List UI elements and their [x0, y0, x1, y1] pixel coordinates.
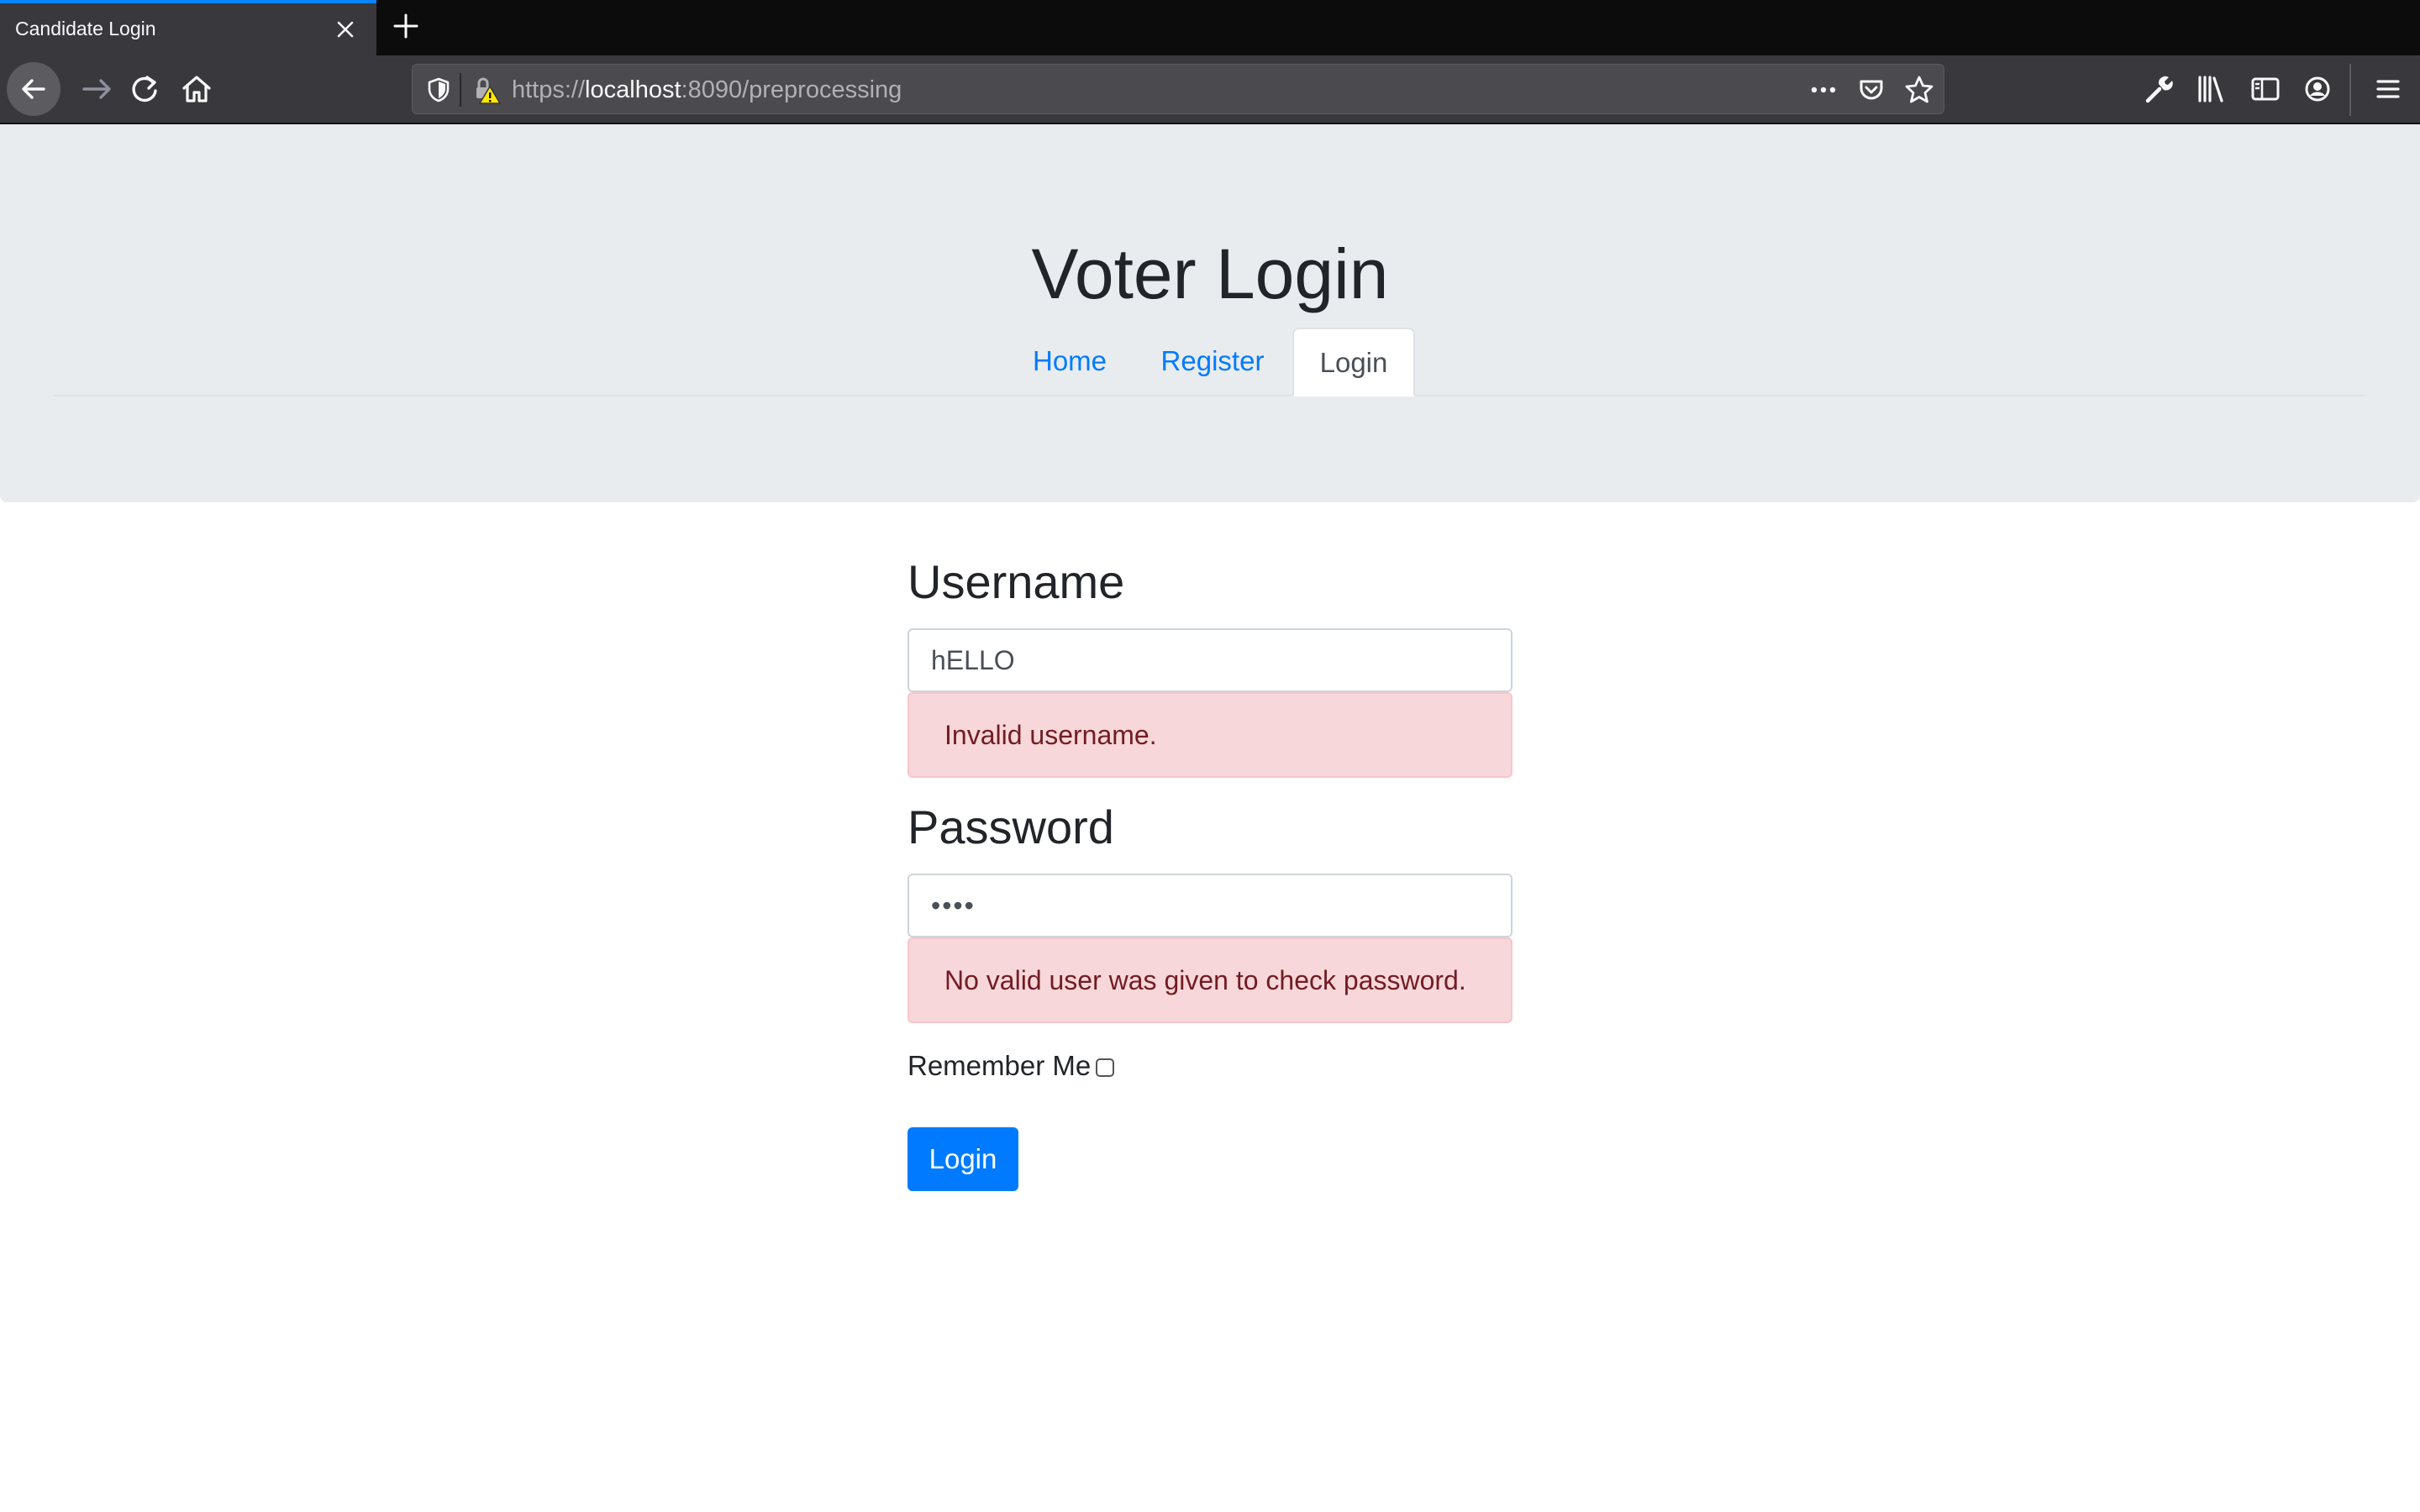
tab-title: Candidate Login: [15, 18, 156, 39]
sidebar-toggle-icon[interactable]: [2242, 66, 2289, 113]
reload-icon[interactable]: [121, 66, 168, 113]
address-bar[interactable]: https://localhost:8090/preprocessing: [412, 64, 1944, 114]
page-title: Voter Login: [1031, 234, 1389, 313]
remember-me-checkbox[interactable]: [1096, 1058, 1114, 1077]
hamburger-menu-icon[interactable]: [2365, 66, 2412, 113]
back-button[interactable]: [7, 62, 60, 116]
account-avatar-icon[interactable]: [2294, 66, 2341, 113]
password-input[interactable]: ••••: [908, 874, 1512, 937]
remember-me-label: Remember Me: [908, 1050, 1092, 1081]
home-icon[interactable]: [173, 66, 220, 113]
header-jumbotron: Voter Login Home Register Login: [0, 124, 2420, 502]
tracking-protection-shield-icon[interactable]: [426, 76, 451, 103]
login-submit-button[interactable]: Login: [908, 1127, 1018, 1191]
url-text: https://localhost:8090/preprocessing: [512, 76, 902, 104]
toolbar-divider: [2349, 64, 2351, 116]
nav-tab-login[interactable]: Login: [1292, 328, 1415, 396]
library-icon[interactable]: [2188, 66, 2235, 113]
new-tab-icon[interactable]: [392, 12, 420, 40]
url-separator: [460, 73, 461, 107]
forward-arrow-icon[interactable]: [74, 66, 121, 113]
username-input[interactable]: hELLO: [908, 628, 1512, 692]
insecure-lock-warning-icon[interactable]: [471, 75, 502, 105]
browser-toolbar: https://localhost:8090/preprocessing: [0, 55, 2420, 124]
bookmark-star-icon[interactable]: [1903, 74, 1935, 106]
back-arrow-icon: [22, 79, 45, 99]
url-host: localhost: [585, 76, 681, 103]
page-actions-more-icon[interactable]: [1809, 78, 1838, 102]
password-error-alert: No valid user was given to check passwor…: [908, 937, 1512, 1023]
close-tab-icon[interactable]: [333, 17, 358, 42]
developer-tools-wrench-icon[interactable]: [2134, 66, 2181, 113]
password-label: Password: [908, 801, 1114, 853]
browser-tab-strip: Candidate Login: [0, 0, 2420, 55]
pocket-icon[interactable]: [1856, 75, 1886, 105]
nav-tab-home[interactable]: Home: [1018, 328, 1121, 396]
url-scheme: https://: [512, 76, 586, 103]
browser-tab-active[interactable]: Candidate Login: [0, 0, 376, 55]
url-path: :8090/preprocessing: [681, 76, 902, 103]
nav-tab-register[interactable]: Register: [1146, 328, 1279, 396]
username-error-alert: Invalid username.: [908, 692, 1512, 778]
username-label: Username: [908, 555, 1125, 608]
